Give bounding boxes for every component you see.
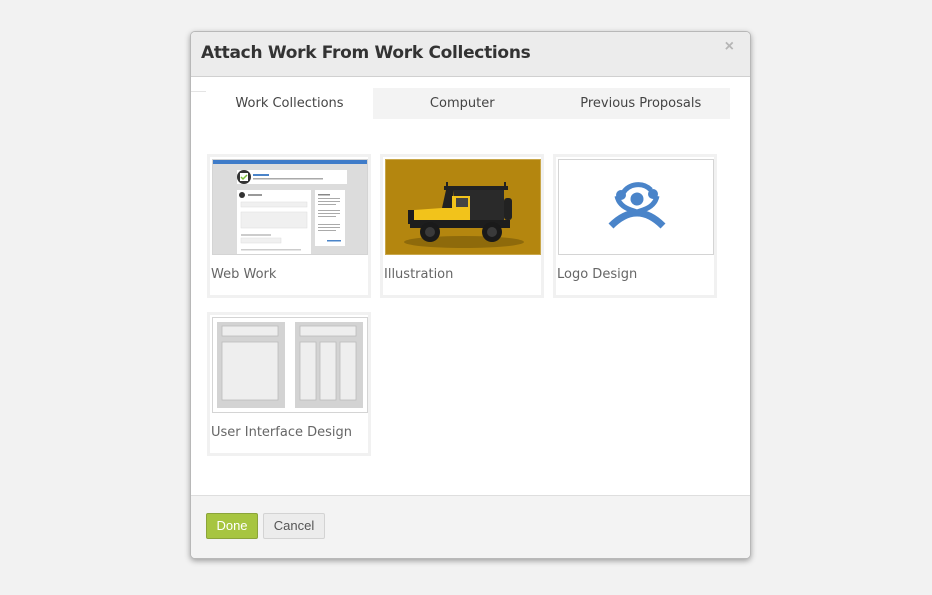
wireframe-layouts-icon: [217, 322, 363, 408]
dialog-header: Attach Work From Work Collections ×: [191, 32, 750, 77]
collection-label: Illustration: [384, 267, 454, 282]
tab-work-collections[interactable]: Work Collections: [206, 88, 373, 119]
tab-computer[interactable]: Computer: [373, 88, 552, 119]
ui-design-thumbnail: [212, 317, 368, 413]
logo-design-thumbnail: [558, 159, 714, 255]
collection-label: User Interface Design: [211, 425, 352, 440]
dialog-footer: Done Cancel: [191, 495, 750, 558]
collection-label: Web Work: [211, 267, 277, 282]
attach-work-dialog: Attach Work From Work Collections × Work…: [190, 31, 751, 559]
illustration-thumbnail: [385, 159, 541, 255]
tab-bar: Work Collections Computer Previous Propo…: [206, 88, 730, 119]
web-form-screenshot-icon: [213, 160, 367, 254]
close-icon[interactable]: ×: [725, 38, 734, 56]
collection-label: Logo Design: [557, 267, 638, 282]
collection-card-web-work[interactable]: Web Work: [207, 154, 371, 298]
collection-card-logo-design[interactable]: Logo Design: [553, 154, 717, 298]
done-button[interactable]: Done: [206, 513, 258, 539]
collection-card-user-interface-design[interactable]: User Interface Design: [207, 312, 371, 456]
tab-previous-proposals[interactable]: Previous Proposals: [551, 88, 730, 119]
collection-card-illustration[interactable]: Illustration: [380, 154, 544, 298]
jeep-illustration-icon: [404, 182, 524, 248]
blue-figure-logo-icon: [608, 182, 666, 229]
dialog-title: Attach Work From Work Collections: [201, 43, 531, 63]
web-work-thumbnail: [212, 159, 368, 255]
cancel-button[interactable]: Cancel: [263, 513, 325, 539]
